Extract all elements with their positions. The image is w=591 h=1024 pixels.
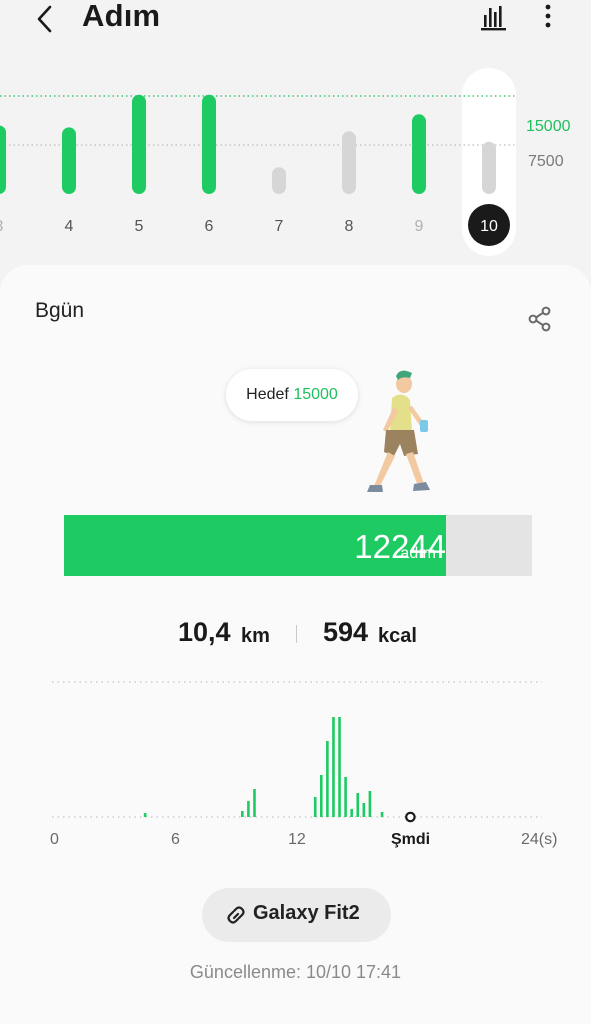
goal-value: 15000 <box>293 386 338 403</box>
steps-progress-bar: 12244 adım <box>64 515 532 576</box>
hourly-bar <box>313 797 317 817</box>
today-title: Bgün <box>35 299 85 322</box>
weekly-bar <box>132 94 146 194</box>
hourly-x-label-0: 0 <box>50 831 59 848</box>
goal-label: Hedef <box>246 386 289 403</box>
weekly-bar <box>412 114 426 194</box>
hourly-bar <box>247 801 250 817</box>
hourly-x-label-6: 6 <box>171 831 180 848</box>
goal-bubble: Hedef 15000 <box>226 369 358 421</box>
calories-value: 594 <box>323 617 369 647</box>
distance-value: 10,4 <box>178 617 231 647</box>
hourly-x-label-24: 24(s) <box>521 831 558 848</box>
hourly-bar <box>326 741 329 817</box>
share-button[interactable] <box>526 305 554 333</box>
app-header: Adım <box>0 0 591 60</box>
hourly-bar <box>320 775 323 817</box>
hourly-x-label-12: 12 <box>288 831 306 848</box>
weekly-day-label: 5 <box>135 218 144 235</box>
bar-chart-icon <box>481 6 506 31</box>
stats-row: 10,4 km 594 kcal <box>0 617 591 657</box>
more-vertical-icon <box>545 4 551 28</box>
page-title: Adım <box>82 0 161 33</box>
hourly-bar <box>338 717 341 817</box>
chevron-left-icon <box>37 5 52 33</box>
hourly-chart-svg <box>52 681 542 823</box>
calories-unit: kcal <box>378 625 417 647</box>
weekly-day-label: 4 <box>65 218 74 235</box>
hourly-bar <box>253 789 256 817</box>
weekly-day-label: 9 <box>415 218 424 235</box>
weekly-bar <box>0 125 6 194</box>
share-icon <box>528 306 551 332</box>
weekly-bar <box>342 131 356 194</box>
device-button[interactable]: Galaxy Fit2 <box>202 888 391 942</box>
chart-button[interactable] <box>478 2 512 32</box>
weekly-day-label: 10 <box>480 218 498 235</box>
hourly-bar <box>350 809 353 817</box>
hourly-steps-chart: 0 6 12 Şmdi 24(s) <box>0 670 591 870</box>
more-options-button[interactable] <box>534 2 562 32</box>
weekly-day-label: 6 <box>205 218 214 235</box>
now-marker <box>405 811 416 823</box>
weekly-y-label-goal: 15000 <box>526 118 571 135</box>
distance-unit: km <box>241 625 270 647</box>
today-card: Bgün Hedef 15000 12244 adım 10,4 km 594 … <box>0 265 591 1024</box>
hourly-bar <box>143 813 147 817</box>
weekly-bar <box>62 127 76 194</box>
hourly-bar <box>356 793 360 817</box>
weekly-bar <box>272 167 286 194</box>
hourly-bar <box>368 791 372 817</box>
walking-person-illustration <box>367 370 430 492</box>
weekly-y-label-mid: 7500 <box>528 153 564 170</box>
weekly-chart-svg: 3 4 5 6 7 8 9 10 <box>0 68 516 256</box>
hourly-bar <box>241 811 244 817</box>
weekly-day-label: 8 <box>345 218 354 235</box>
stats-divider <box>296 625 297 643</box>
back-button[interactable] <box>30 2 66 36</box>
weekly-day-label: 7 <box>275 218 284 235</box>
hourly-bar <box>344 777 347 817</box>
hourly-bar <box>380 812 384 817</box>
link-icon <box>227 906 245 924</box>
weekly-steps-chart: 3 4 5 6 7 8 9 10 15000 7500 <box>0 62 591 262</box>
weekly-bar <box>202 94 216 194</box>
device-name: Galaxy Fit2 <box>253 902 360 924</box>
hourly-x-label-now: Şmdi <box>391 831 431 848</box>
last-updated: Güncellenme: 10/10 17:41 <box>189 962 402 982</box>
weekly-bar <box>482 141 496 194</box>
hourly-bar <box>362 803 366 817</box>
hourly-bar <box>332 717 335 817</box>
steps-unit: adım <box>400 545 436 562</box>
weekly-day-label: 3 <box>0 218 4 235</box>
